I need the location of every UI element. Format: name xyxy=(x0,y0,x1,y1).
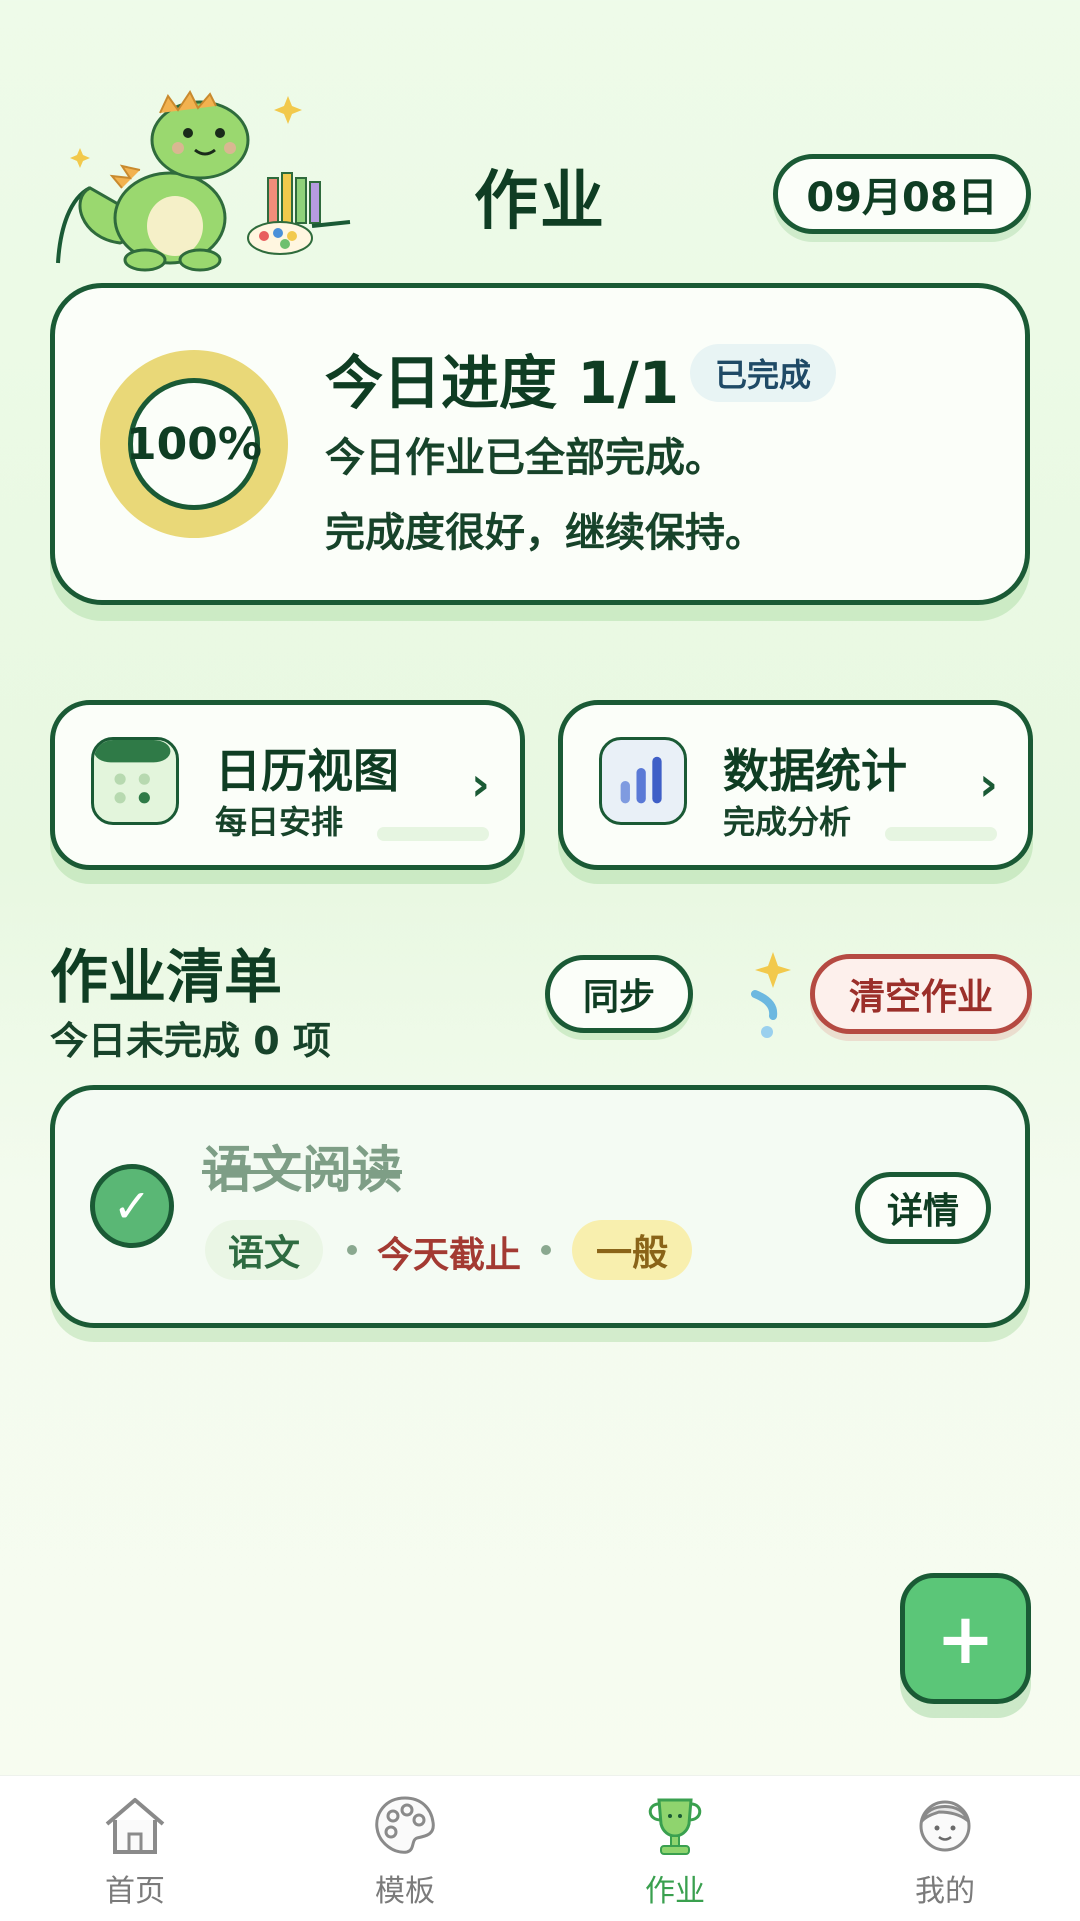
nav-label-homework: 作业 xyxy=(645,1874,705,1909)
task-complete-checkbox[interactable]: ✓ xyxy=(90,1164,174,1248)
profile-icon xyxy=(919,1800,971,1852)
homework-list-title: 作业清单 xyxy=(50,943,283,1011)
sparkle-icon xyxy=(751,952,791,1038)
nav-label-templates: 模板 xyxy=(375,1874,435,1909)
add-homework-button[interactable]: + xyxy=(900,1573,1031,1704)
progress-message-line2: 完成度很好，继续保持。 xyxy=(325,510,765,556)
task-due-tag: 今天截止 xyxy=(377,1235,522,1276)
nav-label-home: 首页 xyxy=(105,1874,165,1909)
bottom-navigation: 首页 模板 作业 我的 xyxy=(0,1775,1080,1921)
task-detail-button[interactable]: 详情 xyxy=(855,1172,991,1244)
data-statistics-subtitle: 完成分析 xyxy=(723,803,852,841)
home-icon xyxy=(105,1798,165,1854)
data-statistics-title: 数据统计 xyxy=(723,744,907,798)
clear-homework-button[interactable]: 清空作业 xyxy=(810,954,1032,1034)
calendar-icon xyxy=(91,737,179,825)
chevron-right-icon: › xyxy=(979,757,998,811)
nav-item-homework[interactable]: 作业 xyxy=(595,1790,755,1915)
decorative-bar xyxy=(377,827,489,841)
chevron-right-icon: › xyxy=(471,757,490,811)
palette-icon xyxy=(375,1796,435,1854)
task-priority-tag: 一般 xyxy=(572,1220,692,1280)
page-title: 作业 xyxy=(474,165,606,239)
nav-item-home[interactable]: 首页 xyxy=(55,1790,215,1915)
status-badge: 已完成 xyxy=(690,344,836,402)
progress-percent: 100% xyxy=(126,378,262,510)
progress-ring: 100% xyxy=(100,350,288,538)
decorative-bar xyxy=(885,827,997,841)
dinosaur-mascot-illustration xyxy=(56,90,351,272)
trophy-icon xyxy=(648,1798,702,1855)
data-statistics-card[interactable]: 数据统计 完成分析 › xyxy=(558,700,1033,870)
task-subject-tag: 语文 xyxy=(205,1220,323,1280)
calendar-view-title: 日历视图 xyxy=(215,744,399,798)
nav-item-profile[interactable]: 我的 xyxy=(865,1790,1025,1915)
progress-message-line1: 今日作业已全部完成。 xyxy=(325,435,725,481)
separator-dot xyxy=(541,1245,551,1255)
separator-dot xyxy=(347,1245,357,1255)
homework-remaining-count: 今日未完成 0 项 xyxy=(50,1019,331,1063)
bar-chart-icon xyxy=(599,737,687,825)
calendar-view-subtitle: 每日安排 xyxy=(215,803,344,841)
date-selector-button[interactable]: 09月08日 xyxy=(773,154,1031,234)
task-title: 语文阅读 xyxy=(202,1141,402,1199)
progress-title: 今日进度 1/1 xyxy=(325,349,680,417)
nav-item-templates[interactable]: 模板 xyxy=(325,1790,485,1915)
nav-label-profile: 我的 xyxy=(915,1874,975,1909)
calendar-view-card[interactable]: 日历视图 每日安排 › xyxy=(50,700,525,870)
sync-button[interactable]: 同步 xyxy=(545,955,693,1033)
